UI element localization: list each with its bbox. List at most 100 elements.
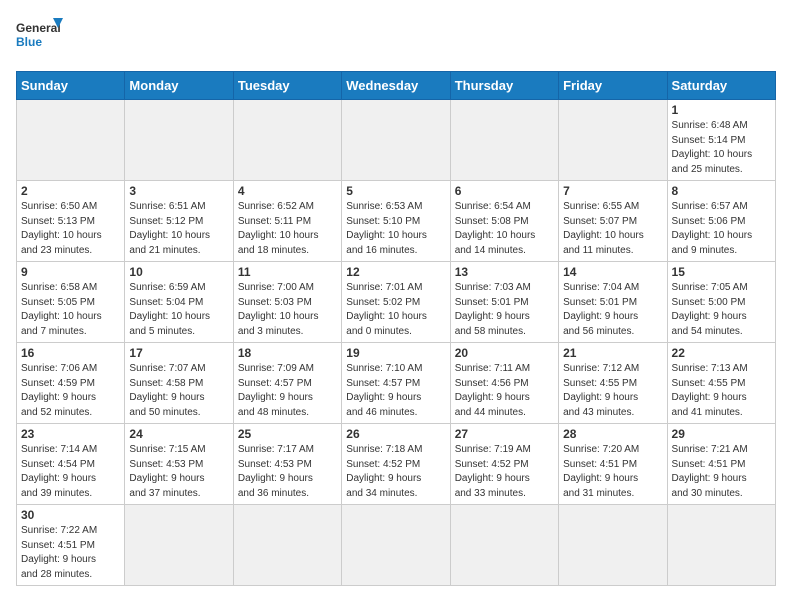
calendar-header-row: SundayMondayTuesdayWednesdayThursdayFrid… bbox=[17, 72, 776, 100]
svg-text:General: General bbox=[16, 21, 61, 35]
calendar-cell: 30 Sunrise: 7:22 AM Sunset: 4:51 PM Dayli… bbox=[17, 505, 125, 586]
day-number: 11 bbox=[238, 265, 337, 279]
calendar-cell: 26Sunrise: 7:18 AM Sunset: 4:52 PM Dayli… bbox=[342, 424, 450, 505]
day-info: Sunrise: 6:55 AM Sunset: 5:07 PM Dayligh… bbox=[563, 200, 662, 258]
calendar-cell: 13Sunrise: 7:03 AM Sunset: 5:01 PM Dayli… bbox=[450, 262, 558, 343]
day-number: 23 bbox=[21, 427, 120, 441]
calendar-cell bbox=[450, 100, 558, 181]
calendar-cell: 10 Sunrise: 6:59 AM Sunset: 5:04 PM Dayli… bbox=[125, 262, 233, 343]
calendar-cell: 3Sunrise: 6:51 AM Sunset: 5:12 PM Daylig… bbox=[125, 181, 233, 262]
day-info: Sunrise: 6:54 AM Sunset: 5:08 PM Dayligh… bbox=[455, 200, 554, 258]
calendar-cell: 5 Sunrise: 6:53 AM Sunset: 5:10 PM Daylig… bbox=[342, 181, 450, 262]
calendar-cell: 16 Sunrise: 7:06 AM Sunset: 4:59 PM Dayli… bbox=[17, 343, 125, 424]
day-number: 3 bbox=[129, 184, 228, 198]
day-info: Sunrise: 7:22 AM Sunset: 4:51 PM Dayligh… bbox=[21, 524, 120, 582]
calendar-cell: 4 Sunrise: 6:52 AM Sunset: 5:11 PM Daylig… bbox=[233, 181, 341, 262]
day-info: Sunrise: 7:21 AM Sunset: 4:51 PM Dayligh… bbox=[672, 443, 771, 501]
day-info: Sunrise: 7:13 AM Sunset: 4:55 PM Dayligh… bbox=[672, 362, 771, 420]
weekday-header-friday: Friday bbox=[559, 72, 667, 100]
day-number: 18 bbox=[238, 346, 337, 360]
day-number: 8 bbox=[672, 184, 771, 198]
day-info: Sunrise: 6:57 AM Sunset: 5:06 PM Dayligh… bbox=[672, 200, 771, 258]
day-info: Sunrise: 7:00 AM Sunset: 5:03 PM Dayligh… bbox=[238, 281, 337, 339]
svg-text:Blue: Blue bbox=[16, 35, 42, 49]
day-number: 20 bbox=[455, 346, 554, 360]
calendar-cell: 22 Sunrise: 7:13 AM Sunset: 4:55 PM Dayli… bbox=[667, 343, 775, 424]
calendar-cell: 28Sunrise: 7:20 AM Sunset: 4:51 PM Dayli… bbox=[559, 424, 667, 505]
day-number: 30 bbox=[21, 508, 120, 522]
day-info: Sunrise: 7:04 AM Sunset: 5:01 PM Dayligh… bbox=[563, 281, 662, 339]
calendar-week-row-3: 16 Sunrise: 7:06 AM Sunset: 4:59 PM Dayli… bbox=[17, 343, 776, 424]
page-header: General Blue bbox=[16, 16, 776, 61]
calendar-cell: 6 Sunrise: 6:54 AM Sunset: 5:08 PM Daylig… bbox=[450, 181, 558, 262]
day-info: Sunrise: 7:14 AM Sunset: 4:54 PM Dayligh… bbox=[21, 443, 120, 501]
day-number: 24 bbox=[129, 427, 228, 441]
calendar-cell: 2Sunrise: 6:50 AM Sunset: 5:13 PM Daylig… bbox=[17, 181, 125, 262]
weekday-header-wednesday: Wednesday bbox=[342, 72, 450, 100]
calendar-cell: 19Sunrise: 7:10 AM Sunset: 4:57 PM Dayli… bbox=[342, 343, 450, 424]
weekday-header-monday: Monday bbox=[125, 72, 233, 100]
day-number: 6 bbox=[455, 184, 554, 198]
calendar-cell: 21Sunrise: 7:12 AM Sunset: 4:55 PM Dayli… bbox=[559, 343, 667, 424]
day-info: Sunrise: 6:53 AM Sunset: 5:10 PM Dayligh… bbox=[346, 200, 445, 258]
weekday-header-sunday: Sunday bbox=[17, 72, 125, 100]
calendar-cell bbox=[125, 100, 233, 181]
calendar-cell: 17 Sunrise: 7:07 AM Sunset: 4:58 PM Dayli… bbox=[125, 343, 233, 424]
day-info: Sunrise: 6:48 AM Sunset: 5:14 PM Dayligh… bbox=[672, 119, 771, 177]
day-number: 5 bbox=[346, 184, 445, 198]
calendar-cell: 25Sunrise: 7:17 AM Sunset: 4:53 PM Dayli… bbox=[233, 424, 341, 505]
day-info: Sunrise: 7:17 AM Sunset: 4:53 PM Dayligh… bbox=[238, 443, 337, 501]
day-number: 10 bbox=[129, 265, 228, 279]
day-number: 1 bbox=[672, 103, 771, 117]
day-number: 14 bbox=[563, 265, 662, 279]
weekday-header-tuesday: Tuesday bbox=[233, 72, 341, 100]
day-info: Sunrise: 7:07 AM Sunset: 4:58 PM Dayligh… bbox=[129, 362, 228, 420]
day-info: Sunrise: 7:19 AM Sunset: 4:52 PM Dayligh… bbox=[455, 443, 554, 501]
calendar-cell bbox=[125, 505, 233, 586]
day-info: Sunrise: 6:58 AM Sunset: 5:05 PM Dayligh… bbox=[21, 281, 120, 339]
day-number: 28 bbox=[563, 427, 662, 441]
day-info: Sunrise: 6:52 AM Sunset: 5:11 PM Dayligh… bbox=[238, 200, 337, 258]
calendar-cell: 20 Sunrise: 7:11 AM Sunset: 4:56 PM Dayli… bbox=[450, 343, 558, 424]
day-number: 9 bbox=[21, 265, 120, 279]
day-number: 27 bbox=[455, 427, 554, 441]
calendar-cell bbox=[342, 505, 450, 586]
day-info: Sunrise: 7:15 AM Sunset: 4:53 PM Dayligh… bbox=[129, 443, 228, 501]
day-info: Sunrise: 7:03 AM Sunset: 5:01 PM Dayligh… bbox=[455, 281, 554, 339]
calendar-cell bbox=[17, 100, 125, 181]
calendar-week-row-2: 9 Sunrise: 6:58 AM Sunset: 5:05 PM Daylig… bbox=[17, 262, 776, 343]
day-info: Sunrise: 7:12 AM Sunset: 4:55 PM Dayligh… bbox=[563, 362, 662, 420]
calendar-cell: 29 Sunrise: 7:21 AM Sunset: 4:51 PM Dayli… bbox=[667, 424, 775, 505]
day-number: 7 bbox=[563, 184, 662, 198]
day-number: 12 bbox=[346, 265, 445, 279]
day-number: 19 bbox=[346, 346, 445, 360]
calendar-cell: 24 Sunrise: 7:15 AM Sunset: 4:53 PM Dayli… bbox=[125, 424, 233, 505]
calendar-cell: 1 Sunrise: 6:48 AM Sunset: 5:14 PM Daylig… bbox=[667, 100, 775, 181]
calendar-cell: 23 Sunrise: 7:14 AM Sunset: 4:54 PM Dayli… bbox=[17, 424, 125, 505]
day-number: 16 bbox=[21, 346, 120, 360]
calendar-cell: 8 Sunrise: 6:57 AM Sunset: 5:06 PM Daylig… bbox=[667, 181, 775, 262]
day-info: Sunrise: 7:18 AM Sunset: 4:52 PM Dayligh… bbox=[346, 443, 445, 501]
calendar-cell bbox=[667, 505, 775, 586]
calendar-cell bbox=[342, 100, 450, 181]
day-info: Sunrise: 6:59 AM Sunset: 5:04 PM Dayligh… bbox=[129, 281, 228, 339]
day-info: Sunrise: 7:11 AM Sunset: 4:56 PM Dayligh… bbox=[455, 362, 554, 420]
calendar-table: SundayMondayTuesdayWednesdayThursdayFrid… bbox=[16, 71, 776, 586]
weekday-header-thursday: Thursday bbox=[450, 72, 558, 100]
day-info: Sunrise: 7:06 AM Sunset: 4:59 PM Dayligh… bbox=[21, 362, 120, 420]
day-number: 17 bbox=[129, 346, 228, 360]
calendar-cell bbox=[559, 100, 667, 181]
calendar-cell bbox=[450, 505, 558, 586]
day-number: 4 bbox=[238, 184, 337, 198]
logo: General Blue bbox=[16, 16, 66, 61]
calendar-week-row-5: 30 Sunrise: 7:22 AM Sunset: 4:51 PM Dayli… bbox=[17, 505, 776, 586]
calendar-cell: 12 Sunrise: 7:01 AM Sunset: 5:02 PM Dayli… bbox=[342, 262, 450, 343]
day-info: Sunrise: 7:05 AM Sunset: 5:00 PM Dayligh… bbox=[672, 281, 771, 339]
calendar-cell: 14 Sunrise: 7:04 AM Sunset: 5:01 PM Dayli… bbox=[559, 262, 667, 343]
day-number: 22 bbox=[672, 346, 771, 360]
day-number: 29 bbox=[672, 427, 771, 441]
weekday-header-saturday: Saturday bbox=[667, 72, 775, 100]
day-info: Sunrise: 6:50 AM Sunset: 5:13 PM Dayligh… bbox=[21, 200, 120, 258]
day-info: Sunrise: 7:01 AM Sunset: 5:02 PM Dayligh… bbox=[346, 281, 445, 339]
calendar-cell: 18Sunrise: 7:09 AM Sunset: 4:57 PM Dayli… bbox=[233, 343, 341, 424]
